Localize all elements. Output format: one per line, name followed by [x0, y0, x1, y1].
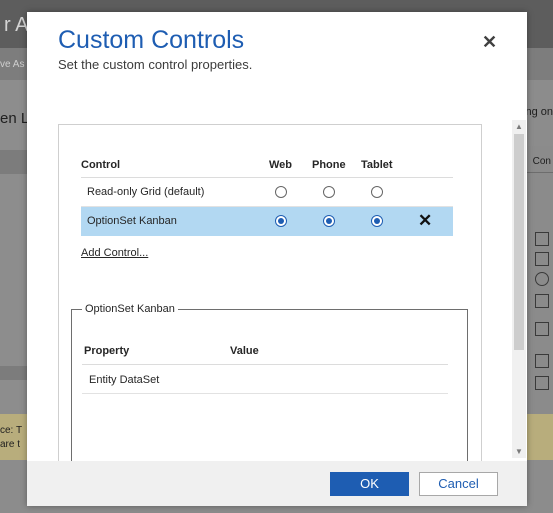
- left-panel-band: [0, 150, 27, 174]
- dialog-subtitle: Set the custom control properties.: [58, 57, 253, 72]
- scroll-up-arrow-icon[interactable]: ▲: [512, 122, 526, 131]
- dialog-title: Custom Controls: [58, 26, 245, 54]
- tablet-radio[interactable]: [371, 186, 383, 198]
- web-radio[interactable]: [275, 215, 287, 227]
- scroll-down-arrow-icon[interactable]: ▼: [512, 447, 526, 456]
- left-panel-title: en L: [0, 110, 30, 127]
- right-panel-divider: [527, 172, 553, 173]
- custom-controls-dialog: Custom Controls Set the custom control p…: [27, 12, 527, 506]
- control-name: OptionSet Kanban: [87, 215, 177, 227]
- toolbar-icon: [535, 354, 549, 368]
- column-header-property: Property: [84, 345, 130, 357]
- delete-x-icon[interactable]: ✕: [418, 212, 432, 229]
- left-panel-band-2: [0, 366, 27, 380]
- add-control-link[interactable]: Add Control...: [81, 247, 148, 259]
- right-panel-header: Con: [532, 156, 551, 167]
- notice-text: ce: T are t: [0, 424, 22, 452]
- toolbar-icon: [535, 322, 549, 336]
- scroll-thumb[interactable]: [514, 134, 524, 350]
- properties-group-legend: OptionSet Kanban: [82, 303, 178, 315]
- control-row-read-only-grid[interactable]: Read-only Grid (default): [81, 178, 453, 207]
- left-panel: [0, 80, 27, 410]
- properties-group: OptionSet Kanban Property Value Entity D…: [71, 303, 468, 465]
- column-header-control: Control: [81, 159, 121, 171]
- property-name: Entity DataSet: [89, 374, 160, 386]
- web-radio[interactable]: [275, 186, 287, 198]
- tablet-radio[interactable]: [371, 215, 383, 227]
- right-notice-bar: [527, 414, 553, 460]
- close-icon[interactable]: ✕: [482, 32, 497, 53]
- toolbar-icon: [535, 252, 549, 266]
- toolbar-icon: [535, 376, 549, 390]
- toolbar-icon: [535, 294, 549, 308]
- ok-button[interactable]: OK: [330, 472, 409, 496]
- column-header-tablet: Tablet: [361, 159, 393, 171]
- phone-radio[interactable]: [323, 215, 335, 227]
- search-icon: [535, 272, 549, 286]
- toolbar-icon: [535, 232, 549, 246]
- notice-line-1: ce: T: [0, 425, 23, 436]
- column-header-web: Web: [269, 159, 293, 171]
- control-name: Read-only Grid (default): [87, 186, 205, 198]
- phone-radio[interactable]: [323, 186, 335, 198]
- controls-table-header: Control Web Phone Tablet: [81, 147, 453, 178]
- subnav-text: ve As: [0, 59, 25, 70]
- control-row-optionset-kanban[interactable]: OptionSet Kanban ✕: [81, 207, 453, 236]
- column-header-phone: Phone: [312, 159, 346, 171]
- right-panel-text: ng on: [525, 106, 553, 118]
- column-header-value: Value: [230, 345, 259, 357]
- dialog-footer: OK Cancel: [27, 461, 527, 506]
- content-scrollbar[interactable]: ▲ ▼: [512, 120, 526, 458]
- cancel-button[interactable]: Cancel: [419, 472, 498, 496]
- dialog-content-area: Control Web Phone Tablet Read-only Grid …: [58, 124, 482, 465]
- properties-table-header: Property Value: [82, 332, 448, 365]
- property-row-entity-dataset[interactable]: Entity DataSet: [82, 365, 448, 394]
- notice-line-2: are t: [0, 439, 21, 450]
